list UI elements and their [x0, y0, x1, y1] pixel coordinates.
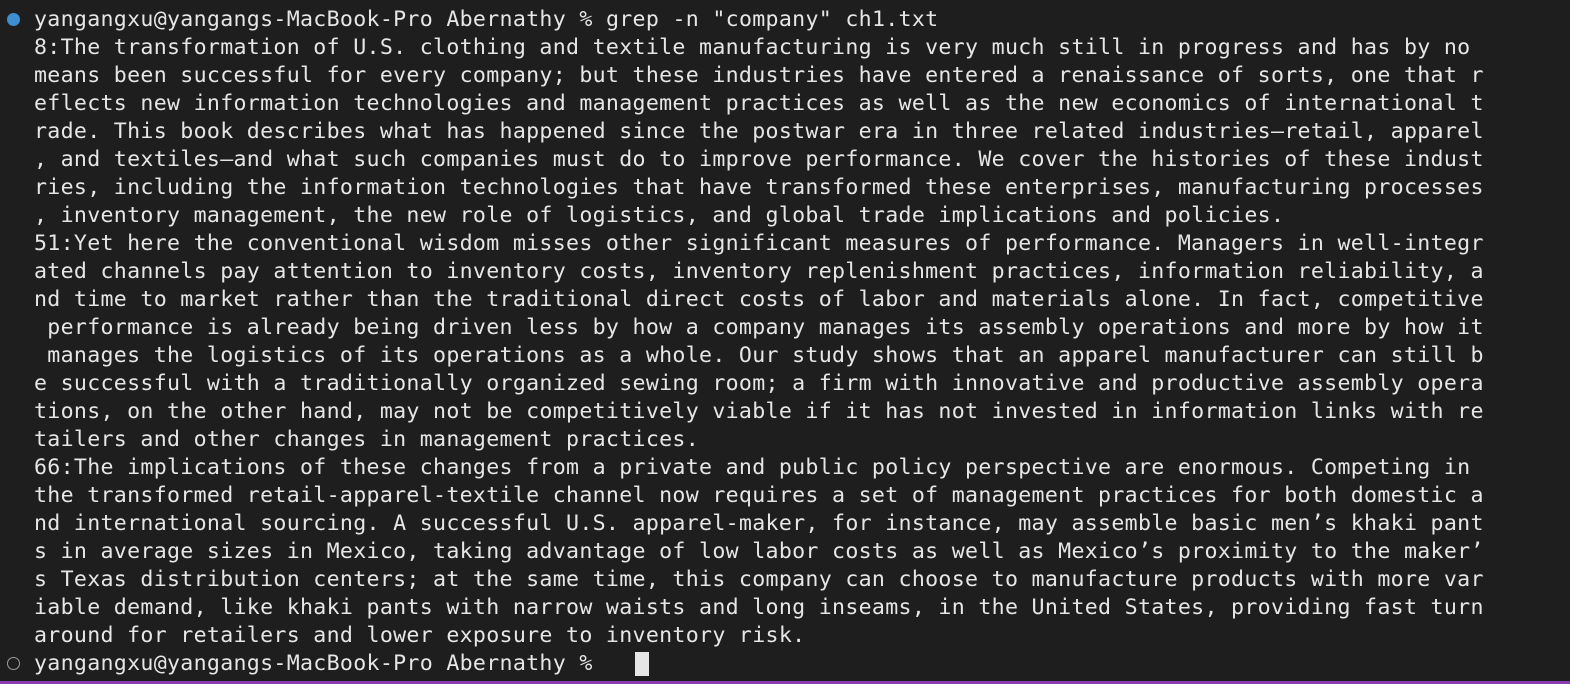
output-line: 66:The implications of these changes fro…	[34, 455, 1471, 480]
output-line: eflects new information technologies and…	[34, 91, 1484, 116]
output-line: around for retailers and lower exposure …	[34, 623, 806, 648]
output-line: the transformed retail-apparel-textile c…	[34, 483, 1484, 508]
output-line: , and textiles—and what such companies m…	[34, 147, 1484, 172]
output-line: performance is already being driven less…	[34, 315, 1484, 340]
prompt-status-icon[interactable]	[7, 657, 20, 670]
output-line: s Texas distribution centers; at the sam…	[34, 567, 1484, 592]
output-line: nd international sourcing. A successful …	[34, 511, 1484, 536]
output-line: e successful with a traditionally organi…	[34, 371, 1484, 396]
output-line: manages the logistics of its operations …	[34, 343, 1484, 368]
command-input: grep -n "company" ch1.txt	[605, 7, 939, 32]
output-line: ries, including the information technolo…	[34, 175, 1484, 200]
current-prompt: yangangxu@yangangs-MacBook-Pro Abernathy…	[34, 651, 593, 676]
terminal-window[interactable]: yangangxu@yangangs-MacBook-Pro Abernathy…	[0, 0, 1570, 684]
command-line: yangangxu@yangangs-MacBook-Pro Abernathy…	[34, 6, 938, 34]
prompt-row[interactable]: yangangxu@yangangs-MacBook-Pro Abernathy…	[0, 650, 1570, 678]
output-line: , inventory management, the new role of …	[34, 203, 1285, 228]
output-line: ated channels pay attention to inventory…	[34, 259, 1484, 284]
text-cursor[interactable]	[635, 652, 649, 676]
output-line: nd time to market rather than the tradit…	[34, 287, 1484, 312]
output-line: 51:Yet here the conventional wisdom miss…	[34, 231, 1484, 256]
output-line: s in average sizes in Mexico, taking adv…	[34, 539, 1484, 564]
output-line: tions, on the other hand, may not be com…	[34, 399, 1484, 424]
output-line: iable demand, like khaki pants with narr…	[34, 595, 1484, 620]
command-row: yangangxu@yangangs-MacBook-Pro Abernathy…	[0, 6, 1570, 34]
output-line: 8:The transformation of U.S. clothing an…	[34, 35, 1471, 60]
output-line: means been successful for every company;…	[34, 63, 1484, 88]
output-line: rade. This book describes what has happe…	[34, 119, 1484, 144]
command-success-icon[interactable]	[7, 13, 20, 26]
output-line: tailers and other changes in management …	[34, 427, 700, 452]
command-prompt: yangangxu@yangangs-MacBook-Pro Abernathy…	[34, 7, 593, 32]
